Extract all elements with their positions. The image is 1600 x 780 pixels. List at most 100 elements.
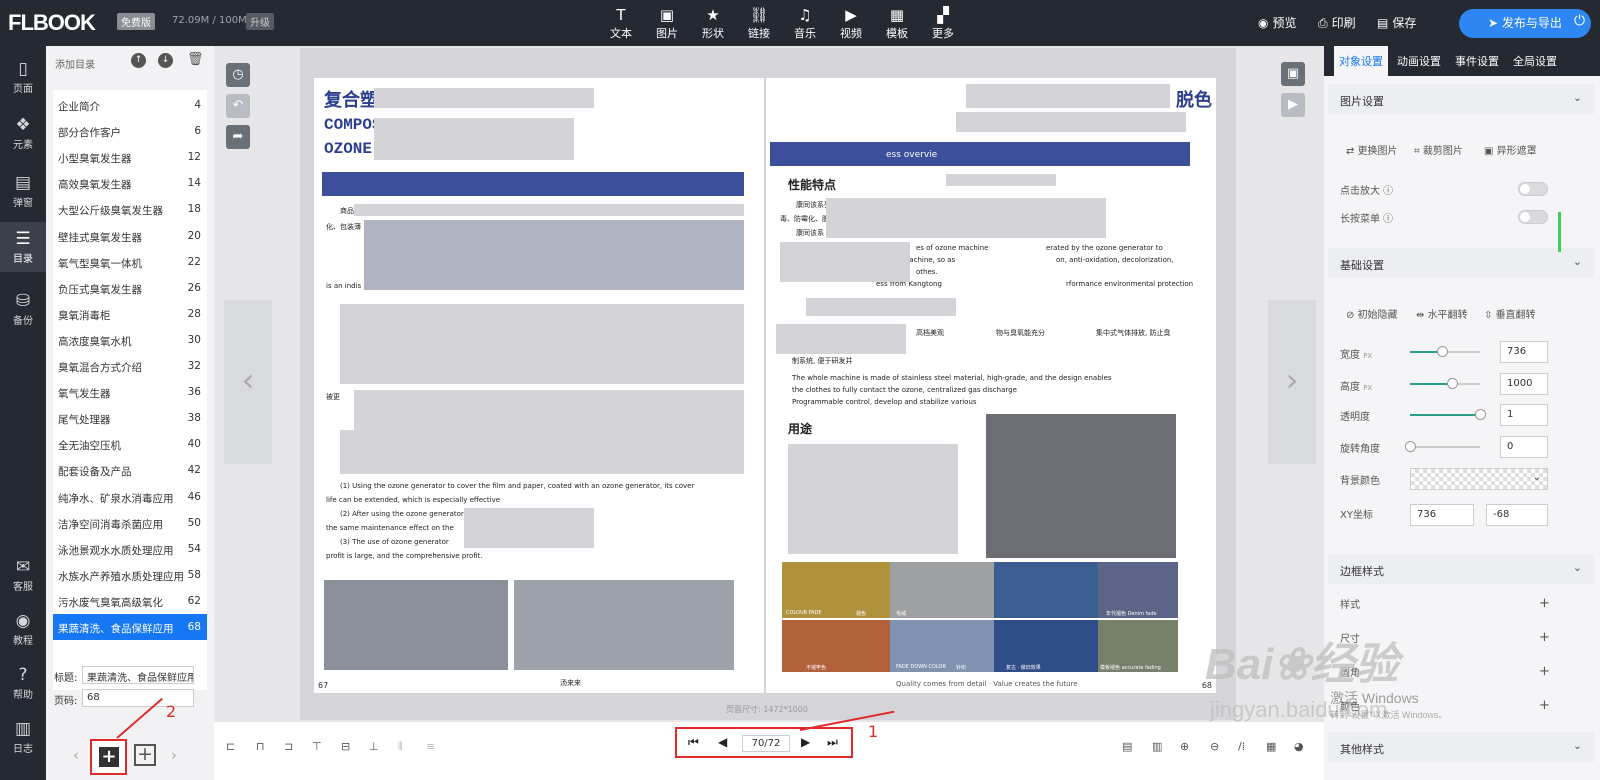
preview-button[interactable]: ◉ 预览: [1258, 14, 1297, 31]
music-tool-button[interactable]: ♫ 音乐: [782, 6, 828, 41]
flbook-logo[interactable]: FLBOOK: [8, 10, 96, 36]
add-toc-subitem-button[interactable]: +: [134, 744, 156, 766]
rail-item-element[interactable]: ❖ 元素: [0, 114, 46, 154]
slider-knob[interactable]: [1405, 441, 1416, 452]
toc-item[interactable]: 氧气型臭氧一体机 22: [53, 249, 207, 275]
align-bottom-icon[interactable]: ⊥: [369, 740, 379, 753]
fit-icon[interactable]: /⁞: [1238, 740, 1245, 753]
toc-item[interactable]: 臭氧混合方式介绍 32: [53, 353, 207, 379]
save-button[interactable]: ▤ 保存: [1377, 14, 1416, 31]
slider-knob[interactable]: [1436, 346, 1448, 357]
toc-item[interactable]: 臭氧消毒柜 28: [53, 301, 207, 327]
click-zoom-toggle[interactable]: [1518, 182, 1548, 196]
prev-page-arrow[interactable]: ‹: [224, 300, 272, 464]
right-page[interactable]: 脱色 ess overvie 性能特点 康同该系列臭氧机工作原理是利用臭 毒、防…: [766, 78, 1216, 693]
toc-item[interactable]: 小型臭氧发生器 12: [53, 144, 207, 170]
align-middle-icon[interactable]: ⊟: [341, 740, 350, 753]
tab-event-settings[interactable]: 事件设置: [1450, 46, 1504, 76]
first-page-icon[interactable]: ⏮: [688, 735, 699, 750]
flip-horizontal-button[interactable]: ⇹ 水平翻转: [1416, 306, 1468, 321]
rail-item-toc[interactable]: ☰ 目录: [0, 222, 46, 272]
y-coordinate-input[interactable]: -68: [1486, 504, 1548, 526]
more-tool-button[interactable]: ▞ 更多: [920, 6, 966, 41]
toc-item[interactable]: 企业简介 4: [53, 92, 207, 118]
link-tool-button[interactable]: ⛓ 链接: [736, 6, 782, 41]
toc-add-label[interactable]: 添加目录: [55, 56, 95, 71]
toc-item[interactable]: 洁净空间消毒杀菌应用 50: [53, 510, 207, 536]
width-slider[interactable]: [1410, 346, 1480, 357]
image-settings-section[interactable]: 图片设置 ⌄: [1328, 84, 1594, 114]
page-thumbnail-icon[interactable]: ▣: [1281, 62, 1305, 86]
replace-image-button[interactable]: ⇄ 更换图片: [1346, 142, 1398, 157]
settings-icon[interactable]: ◕: [1294, 740, 1304, 753]
template-tool-button[interactable]: ▦ 模板: [874, 6, 920, 41]
expand-plus-icon[interactable]: +: [1539, 698, 1550, 713]
shape-tool-button[interactable]: ★ 形状: [690, 6, 736, 41]
toc-item[interactable]: 大型公斤级臭氧发生器 18: [53, 196, 207, 222]
toc-item[interactable]: 尾气处理器 38: [53, 405, 207, 431]
crop-image-button[interactable]: ⌗ 裁剪图片: [1414, 142, 1463, 157]
toc-item[interactable]: 高效臭氧发生器 14: [53, 170, 207, 196]
rail-item-backup[interactable]: ⛁ 备份: [0, 290, 46, 330]
border-style-section[interactable]: 边框样式 ⌄: [1328, 554, 1594, 584]
power-icon[interactable]: ⏻: [1574, 13, 1585, 29]
spread-view-icon[interactable]: ▥: [1152, 740, 1162, 753]
toc-item[interactable]: 全无油空压机 40: [53, 431, 207, 457]
text-tool-button[interactable]: T 文本: [598, 6, 644, 41]
share-icon[interactable]: ➦: [226, 125, 250, 149]
shape-mask-button[interactable]: ▣ 异形遮罩: [1484, 142, 1537, 157]
play-icon[interactable]: ▶: [1281, 93, 1305, 117]
image-tool-button[interactable]: ▣ 图片: [644, 6, 690, 41]
rotation-input[interactable]: 0: [1500, 436, 1548, 458]
opacity-input[interactable]: 1: [1500, 404, 1548, 426]
expand-plus-icon[interactable]: +: [1539, 630, 1550, 645]
tab-animation-settings[interactable]: 动画设置: [1392, 46, 1446, 76]
toc-item[interactable]: 泳池景观水水质处理应用 54: [53, 536, 207, 562]
align-left-icon[interactable]: ⊏: [226, 740, 235, 753]
opacity-slider[interactable]: [1410, 409, 1486, 420]
toc-item[interactable]: 果蔬清洗、食品保鲜应用 68: [53, 614, 207, 640]
height-input[interactable]: 1000: [1500, 373, 1548, 395]
zoom-out-icon[interactable]: ⊖: [1210, 740, 1219, 753]
zoom-in-icon[interactable]: ⊕: [1180, 740, 1189, 753]
expand-plus-icon[interactable]: +: [1539, 664, 1550, 679]
basic-settings-section[interactable]: 基础设置 ⌄: [1328, 248, 1594, 278]
grid-icon[interactable]: ▦: [1266, 740, 1276, 753]
initial-hidden-button[interactable]: ⊘ 初始隐藏: [1346, 306, 1398, 321]
toc-item[interactable]: 壁挂式臭氧发生器 20: [53, 223, 207, 249]
height-slider[interactable]: [1410, 378, 1480, 389]
tab-global-settings[interactable]: 全局设置: [1508, 46, 1562, 76]
rail-item-support[interactable]: ✉ 客服: [0, 556, 46, 596]
toc-item[interactable]: 配套设备及产品 42: [53, 457, 207, 483]
long-press-menu-toggle[interactable]: [1518, 210, 1548, 224]
page-number-input[interactable]: 70/72: [742, 735, 790, 752]
upgrade-button[interactable]: 升级: [246, 13, 274, 30]
last-page-icon[interactable]: ⏭: [827, 735, 838, 750]
toc-item[interactable]: 水族水产养殖水质处理应用 58: [53, 562, 207, 588]
page-field[interactable]: 68: [82, 689, 194, 707]
next-page-icon[interactable]: ▶: [801, 735, 810, 749]
distribute-v-icon[interactable]: ≡: [426, 740, 435, 753]
toc-item[interactable]: 污水废气臭氧高级氧化 62: [53, 588, 207, 614]
panel-scrollbar[interactable]: [1558, 212, 1561, 252]
next-page-arrow[interactable]: ›: [1268, 300, 1316, 464]
publish-export-button[interactable]: ➤ 发布与导出: [1459, 9, 1591, 38]
rotation-slider[interactable]: [1405, 441, 1480, 452]
toc-prev-icon[interactable]: ‹: [73, 746, 79, 764]
rail-item-page[interactable]: ▯ 页面: [0, 58, 46, 98]
rail-item-tutorial[interactable]: ◉ 教程: [0, 610, 46, 650]
video-tool-button[interactable]: ▶ 视频: [828, 6, 874, 41]
move-up-icon[interactable]: ↑: [131, 53, 146, 68]
slider-knob[interactable]: [1447, 378, 1458, 389]
add-toc-item-button[interactable]: +: [90, 739, 127, 775]
expand-plus-icon[interactable]: +: [1539, 596, 1550, 611]
toc-next-icon[interactable]: ›: [171, 746, 177, 764]
tab-object-settings[interactable]: 对象设置: [1334, 46, 1388, 76]
rail-item-popup[interactable]: ▤ 弹窗: [0, 172, 46, 212]
title-field[interactable]: 果蔬清洗、食品保鲜应用: [82, 666, 194, 684]
toc-item[interactable]: 氧气发生器 36: [53, 379, 207, 405]
print-button[interactable]: ⎙ 印刷: [1318, 14, 1356, 31]
rail-item-log[interactable]: ▥ 日志: [0, 718, 46, 758]
other-style-section[interactable]: 其他样式 ⌄: [1328, 732, 1594, 762]
toc-item[interactable]: 部分合作客户 6: [53, 118, 207, 144]
